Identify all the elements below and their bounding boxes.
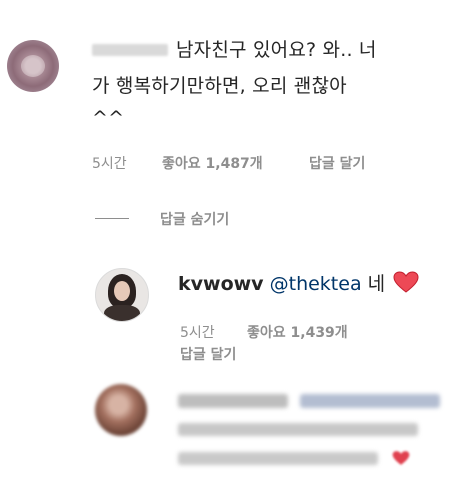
reply-likes[interactable]: 좋아요 1,439개 [247,322,348,342]
blurred-text-line1 [178,423,418,436]
comment-text-line3: ^^ [92,107,125,129]
reply-text: kvwowv @thektea 네 [178,270,419,298]
comment-time[interactable]: 5시간 [92,153,127,173]
reply-avatar[interactable] [95,268,149,322]
commenter-avatar[interactable] [7,40,59,92]
blurred-mention [300,394,440,408]
reply-reply-label: 답글 달기 [180,347,237,363]
commenter-username-blurred[interactable] [92,44,168,56]
reply-time[interactable]: 5시간 [180,322,215,342]
comment-text-line2: 가 행복하기만하면, 오리 괜찮아 [92,75,347,97]
reply-username[interactable]: kvwowv [178,273,264,295]
heart-emoji-icon [393,271,419,293]
comment-likes-label: 좋아요 1,487개 [162,156,263,172]
blurred-heart-icon [392,451,410,465]
comment-likes[interactable]: 좋아요 1,487개 [162,153,263,173]
reply-reply-button[interactable]: 답글 달기 [180,344,236,364]
reply-body: 네 [367,273,386,295]
reply-mention[interactable]: @thektea [270,273,362,295]
replies-toggle-line [95,218,129,219]
comment-reply-label: 답글 달기 [309,156,366,172]
comment-reply-button[interactable]: 답글 달기 [309,153,365,173]
reply-likes-label: 좋아요 1,439개 [247,325,348,341]
blurred-reply-avatar[interactable] [95,384,147,436]
hide-replies-button[interactable]: 답글 숨기기 [160,209,229,229]
blurred-username [178,394,288,408]
blurred-text-line2 [178,452,378,465]
hide-replies-label: 답글 숨기기 [160,212,230,228]
comment-text-line1: 남자친구 있어요? 와.. 너 [176,39,377,61]
